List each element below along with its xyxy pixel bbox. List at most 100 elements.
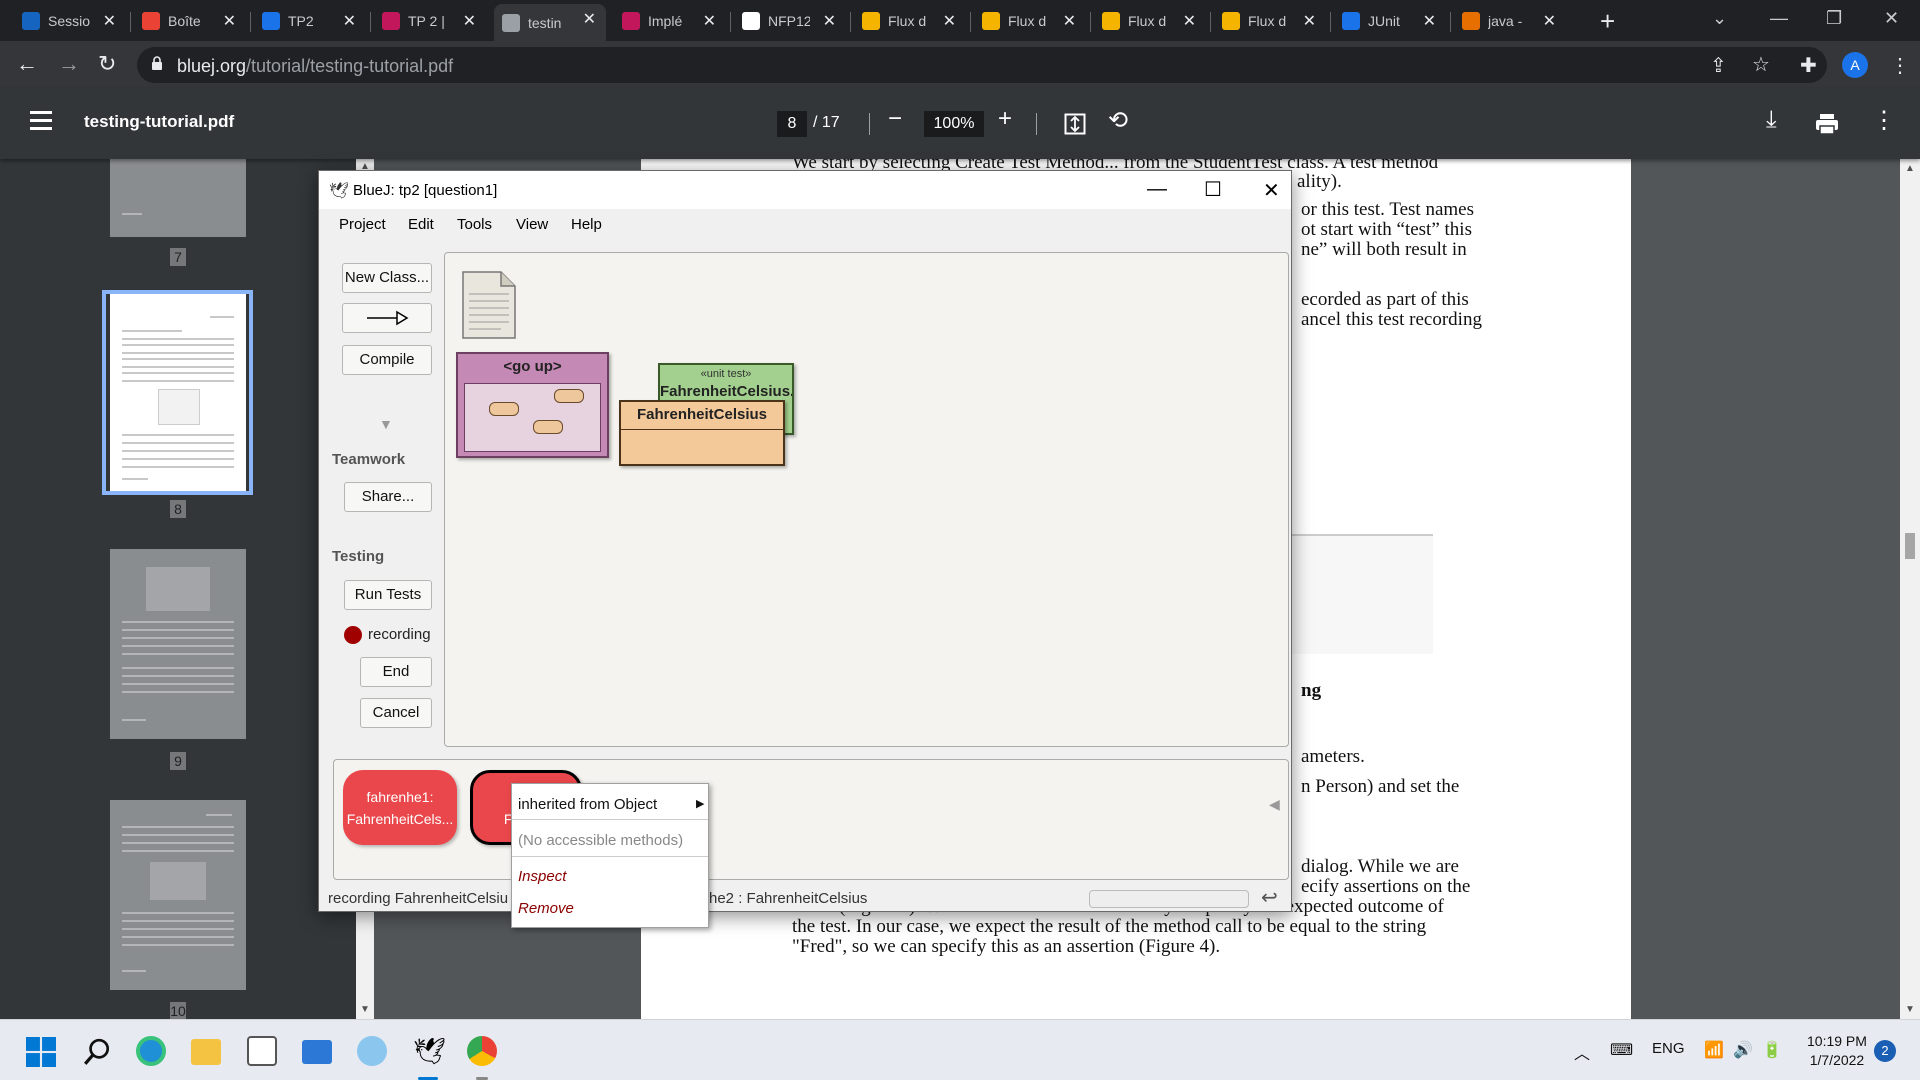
more-options-icon[interactable]: ⋮ [1872,106,1896,135]
rotate-icon[interactable]: ⟲ [1108,106,1128,135]
share-button[interactable]: Share... [344,482,432,512]
battery-icon[interactable]: 🔋 [1762,1040,1782,1060]
scroll-down-icon[interactable]: ▼ [360,1004,370,1015]
browser-tab[interactable]: testin ✕ [494,4,606,41]
close-tab-icon[interactable]: ✕ [943,11,956,31]
cancel-button[interactable]: Cancel [360,698,432,728]
mail-icon[interactable] [302,1040,332,1064]
bluej-title-bar[interactable]: 🕊 BlueJ: tp2 [question1] — ☐ ✕ [319,171,1291,209]
page-number-input[interactable]: 8 [777,111,807,137]
minimize-icon[interactable]: — [1770,8,1788,29]
browser-tab[interactable]: Sessio ✕ [14,6,126,36]
close-tab-icon[interactable]: ✕ [223,11,236,31]
close-tab-icon[interactable]: ✕ [1303,11,1316,31]
app-icon[interactable] [357,1036,387,1066]
system-clock[interactable]: 10:19 PM 1/7/2022 [1807,1032,1867,1070]
close-tab-icon[interactable]: ✕ [583,9,596,29]
document-scrollbar[interactable]: ▲ ▼ [1900,159,1920,1019]
browser-tab[interactable]: JUnit ✕ [1334,6,1446,36]
zoom-in-icon[interactable]: + [998,105,1012,133]
profile-avatar[interactable]: A [1842,52,1868,78]
share-icon[interactable]: ⇪ [1710,53,1727,78]
scroll-down-icon[interactable]: ▼ [1905,1004,1915,1015]
wifi-icon[interactable]: 📶 [1704,1040,1724,1060]
end-button[interactable]: End [360,657,432,687]
remove-item[interactable]: Remove [518,900,574,917]
menu-edit[interactable]: Edit [408,216,434,233]
browser-tab[interactable]: NFP12 ✕ [734,6,846,36]
notification-badge[interactable]: 2 [1874,1040,1896,1062]
extensions-icon[interactable]: ✚ [1800,53,1817,78]
close-tab-icon[interactable]: ✕ [1423,11,1436,31]
close-tab-icon[interactable]: ✕ [703,11,716,31]
browser-tab[interactable]: Flux d ✕ [854,6,966,36]
close-tab-icon[interactable]: ✕ [1063,11,1076,31]
hamburger-menu-icon[interactable] [30,111,52,135]
print-icon[interactable] [1815,113,1839,135]
close-window-icon[interactable]: ✕ [1884,8,1899,29]
page-thumbnail-9[interactable] [110,549,246,739]
run-tests-button[interactable]: Run Tests [344,580,432,610]
download-icon[interactable]: ⤓ [1766,106,1777,134]
maximize-icon[interactable]: ☐ [1204,177,1222,202]
volume-icon[interactable]: 🔊 [1733,1040,1753,1060]
close-icon[interactable]: ✕ [1263,178,1280,203]
menu-project[interactable]: Project [339,216,386,233]
close-tab-icon[interactable]: ✕ [103,11,116,31]
keyboard-icon[interactable]: ⌨ [1610,1040,1633,1060]
address-bar[interactable]: bluej.org/tutorial/testing-tutorial.pdf … [137,47,1827,83]
inspect-item[interactable]: Inspect [518,868,566,885]
close-tab-icon[interactable]: ✕ [1183,11,1196,31]
microsoft-store-icon[interactable] [247,1036,277,1066]
go-up-package[interactable]: <go up> [456,352,609,458]
bluej-taskbar-icon[interactable]: 🕊 [413,1036,446,1066]
scroll-up-icon[interactable]: ▲ [1905,163,1915,174]
page-thumbnail-7[interactable] [110,159,246,237]
scrollbar-thumb[interactable] [1905,533,1915,559]
browser-tab[interactable]: Flux d ✕ [1094,6,1206,36]
minimize-icon[interactable]: — [1147,178,1167,201]
browser-tab[interactable]: Boîte ✕ [134,6,246,36]
zoom-input[interactable]: 100% [924,111,984,137]
back-icon[interactable]: ← [16,51,38,77]
browser-tab[interactable]: Flux d ✕ [1214,6,1326,36]
page-thumbnail-8[interactable] [110,294,246,491]
reload-icon[interactable]: ↻ [98,51,116,77]
compile-button[interactable]: Compile [342,345,432,375]
menu-help[interactable]: Help [571,216,602,233]
readme-document-icon[interactable] [461,270,517,340]
fahrenheitcelsius-class[interactable]: FahrenheitCelsius [619,400,785,466]
close-tab-icon[interactable]: ✕ [1543,11,1556,31]
menu-tools[interactable]: Tools [457,216,492,233]
close-tab-icon[interactable]: ✕ [343,11,356,31]
new-class-button[interactable]: New Class... [342,263,432,293]
collapse-arrow-icon[interactable]: ▼ [379,416,393,432]
browser-menu-icon[interactable]: ⋮ [1890,53,1910,78]
inherited-from-object-item[interactable]: inherited from Object [518,796,657,813]
edge-icon[interactable] [136,1036,166,1066]
search-icon[interactable] [82,1037,112,1067]
close-tab-icon[interactable]: ✕ [823,11,836,31]
zoom-out-icon[interactable]: − [888,105,902,133]
restore-icon[interactable]: ❐ [1826,8,1842,29]
forward-icon[interactable]: → [58,51,80,77]
close-tab-icon[interactable]: ✕ [463,11,476,31]
language-indicator[interactable]: ENG [1652,1040,1685,1057]
browser-tab[interactable]: java - ✕ [1454,6,1566,36]
class-diagram[interactable]: <go up> «unit test» FahrenheitCelsius...… [444,252,1289,747]
new-tab-button[interactable]: + [1600,6,1615,36]
object-bench[interactable]: fahrenhe1: FahrenheitCels... fahr Fahren… [333,759,1289,880]
object-fahrenhe1[interactable]: fahrenhe1: FahrenheitCels... [343,770,457,845]
browser-tab[interactable]: Flux d ✕ [974,6,1086,36]
browser-tab[interactable]: TP2 ✕ [254,6,366,36]
tab-search-icon[interactable]: ⌄ [1712,8,1727,29]
browser-tab[interactable]: TP 2 | ✕ [374,6,486,36]
page-thumbnail-10[interactable] [110,800,246,990]
new-arrow-button[interactable] [342,303,432,333]
menu-view[interactable]: View [516,216,548,233]
browser-tab[interactable]: Implé ✕ [614,6,726,36]
bookmark-star-icon[interactable]: ☆ [1752,52,1770,77]
fit-page-icon[interactable] [1064,113,1086,135]
chrome-icon[interactable] [467,1036,497,1066]
bench-scroll-left-icon[interactable]: ◀ [1269,796,1280,813]
